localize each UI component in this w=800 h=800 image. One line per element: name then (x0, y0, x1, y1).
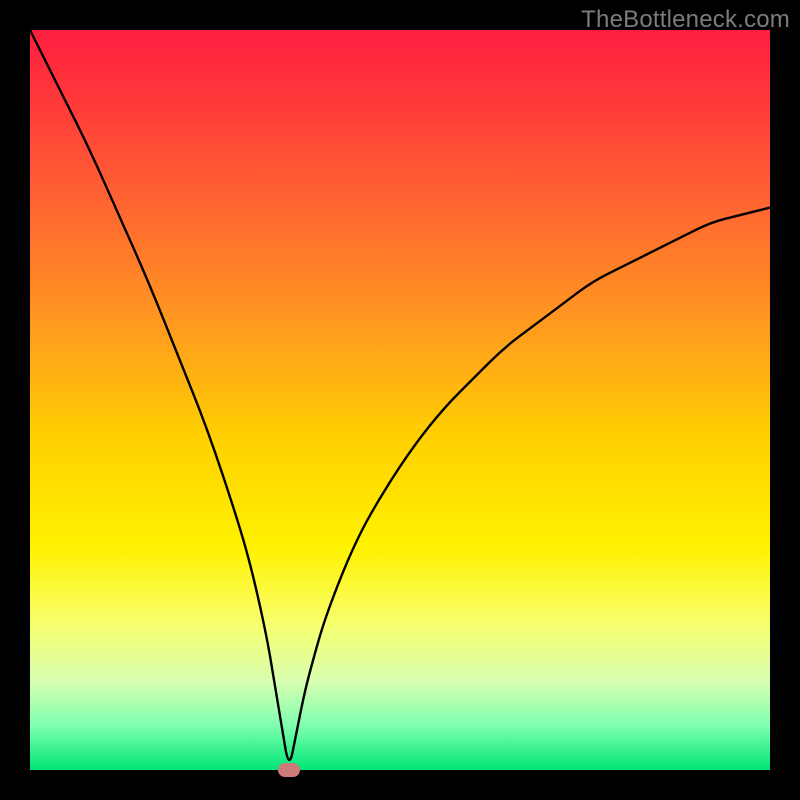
plot-area (30, 30, 770, 770)
chart-stage: TheBottleneck.com (0, 0, 800, 800)
bottleneck-curve (30, 30, 770, 760)
curve-svg (30, 30, 770, 770)
optimal-point-marker (278, 763, 300, 777)
